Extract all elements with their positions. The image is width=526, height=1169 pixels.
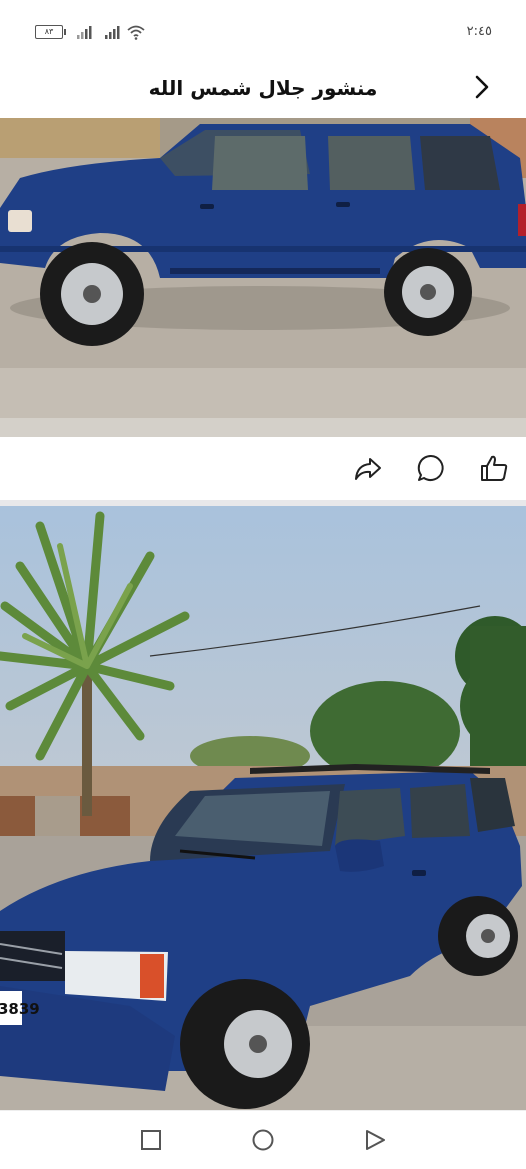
post-photo-1[interactable]	[0, 118, 526, 437]
license-plate: 3839	[0, 1000, 40, 1018]
battery-icon: ٨٣	[35, 25, 66, 39]
post-header: منشور جلال شمس الله	[0, 62, 526, 118]
share-icon[interactable]	[353, 453, 383, 483]
like-icon[interactable]	[479, 453, 509, 483]
status-bar: ٨٣ ٢:٤٥	[0, 0, 526, 62]
wifi-icon	[127, 25, 145, 40]
navigation-bar	[0, 1110, 526, 1169]
comment-icon[interactable]	[416, 453, 446, 483]
chevron-right-icon[interactable]	[470, 74, 494, 100]
signal-icon	[77, 26, 92, 39]
post-photo-2[interactable]: 3839	[0, 506, 526, 1110]
page-title: منشور جلال شمس الله	[148, 76, 378, 100]
signal-icon	[105, 26, 120, 39]
recent-apps-icon[interactable]	[140, 1129, 162, 1151]
post-actions	[0, 437, 526, 500]
home-icon[interactable]	[252, 1129, 274, 1151]
battery-level: ٨٣	[44, 27, 54, 36]
back-icon[interactable]	[364, 1129, 386, 1151]
status-time: ٢:٤٥	[466, 24, 492, 39]
